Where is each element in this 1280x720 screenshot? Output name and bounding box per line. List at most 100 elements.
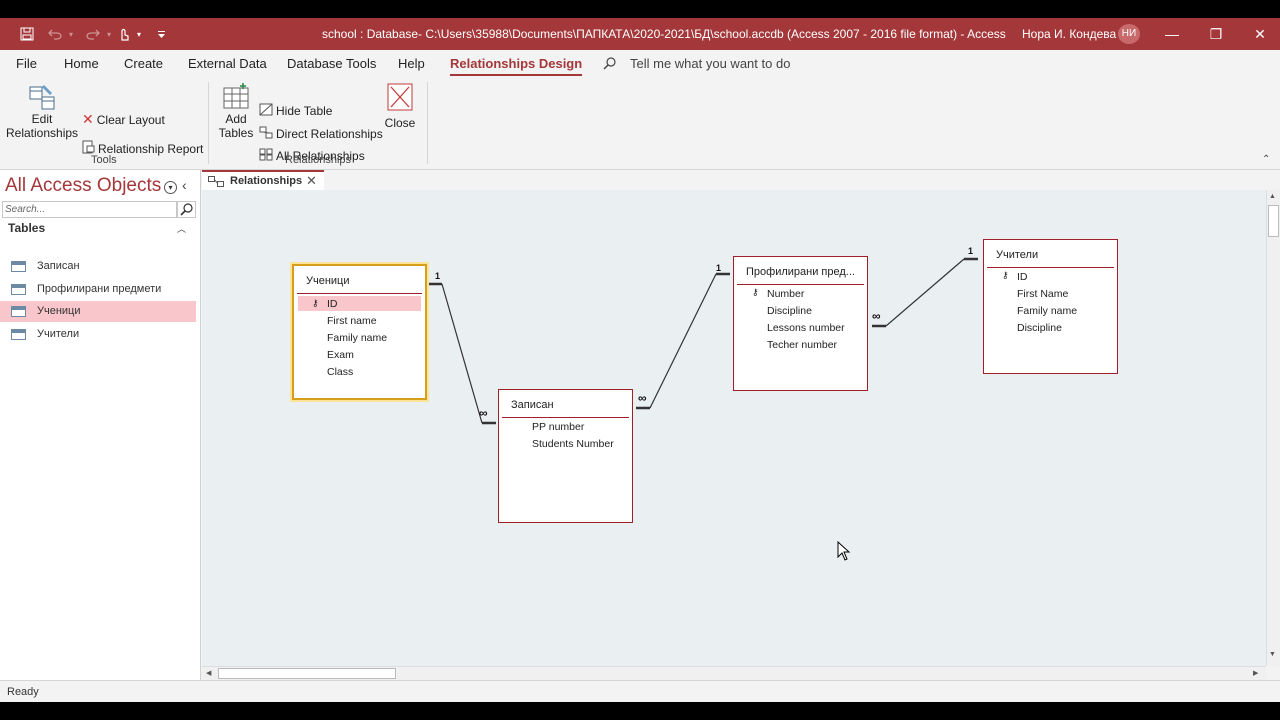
- nav-item-uchenici[interactable]: Ученици: [0, 301, 196, 322]
- tab-home[interactable]: Home: [64, 56, 99, 71]
- horizontal-scrollbar[interactable]: ◀ ▶: [202, 666, 1266, 680]
- table-field[interactable]: PP number: [532, 421, 584, 433]
- tab-create[interactable]: Create: [124, 56, 163, 71]
- table-title-divider: [502, 417, 629, 418]
- collapse-section-icon[interactable]: ︿: [177, 222, 186, 235]
- minimize-icon[interactable]: —: [1150, 18, 1194, 50]
- redo-dropdown-icon[interactable]: ▾: [104, 18, 114, 50]
- direct-relationships-button[interactable]: Direct Relationships: [259, 126, 383, 142]
- table-field[interactable]: ID: [1017, 271, 1028, 283]
- table-field[interactable]: ID: [327, 298, 338, 310]
- relationships-document-tab[interactable]: Relationships ✕: [202, 170, 324, 190]
- table-box-uchiteli[interactable]: Учители ⚷ ID First Name Family name Disc…: [983, 239, 1118, 374]
- scroll-right-icon[interactable]: ▶: [1253, 669, 1258, 677]
- table-field[interactable]: Exam: [327, 349, 354, 361]
- table-icon: [11, 261, 26, 272]
- user-name[interactable]: Нора И. Кондева: [1022, 27, 1116, 41]
- status-text: Ready: [7, 686, 39, 698]
- relationship-line: [885, 258, 965, 327]
- add-tables-label-1: Add: [225, 112, 247, 126]
- relationships-canvas[interactable]: 1 ∞ ∞ 1 ∞ 1 Ученици ⚷ ID First name Fami…: [202, 190, 1266, 666]
- rel-one-label: 1: [435, 271, 441, 281]
- rel-many-label: ∞: [479, 406, 488, 420]
- user-avatar[interactable]: НИ: [1118, 24, 1140, 44]
- direct-relationships-label: Direct Relationships: [276, 127, 383, 141]
- nav-item-profilirani[interactable]: Профилирани предмети: [0, 279, 196, 300]
- mouse-pointer-icon: [837, 540, 851, 566]
- relationships-group-label: Relationships: [285, 154, 352, 166]
- table-field[interactable]: Family name: [1017, 305, 1077, 317]
- table-field[interactable]: First name: [327, 315, 377, 327]
- table-box-zapisan[interactable]: Записан PP number Students Number: [498, 389, 633, 523]
- hide-table-label: Hide Table: [276, 104, 333, 118]
- vertical-scrollbar[interactable]: ▲ ▼: [1266, 190, 1280, 666]
- hide-table-button[interactable]: Hide Table: [259, 103, 332, 119]
- scroll-down-icon[interactable]: ▼: [1269, 651, 1276, 658]
- close-tab-icon[interactable]: ✕: [306, 173, 317, 189]
- undo-icon[interactable]: [44, 18, 66, 50]
- relationships-tab-icon: [208, 176, 224, 190]
- table-title: Записан: [511, 399, 554, 411]
- collapse-ribbon-icon[interactable]: ⌃: [1262, 154, 1270, 165]
- nav-menu-chevron-icon[interactable]: ▾: [164, 181, 177, 194]
- redo-icon[interactable]: [82, 18, 104, 50]
- rel-many-label: ∞: [638, 391, 647, 405]
- group-separator: [208, 82, 209, 164]
- close-window-icon[interactable]: ✕: [1238, 18, 1280, 50]
- relationship-line: [441, 283, 483, 424]
- table-box-uchenici[interactable]: Ученици ⚷ ID First name Family name Exam…: [292, 264, 427, 400]
- table-field[interactable]: Family name: [327, 332, 387, 344]
- tell-me-input[interactable]: Tell me what you want to do: [630, 56, 790, 71]
- edit-relationships-button[interactable]: Edit Relationships: [6, 82, 78, 140]
- add-tables-button[interactable]: Add Tables: [216, 82, 256, 140]
- rel-one-label: 1: [968, 246, 974, 256]
- scroll-left-icon[interactable]: ◀: [206, 669, 211, 677]
- close-relationships-button[interactable]: Close: [382, 82, 418, 130]
- nav-pane-title[interactable]: All Access Objects: [5, 175, 161, 197]
- restore-icon[interactable]: ❐: [1194, 18, 1238, 50]
- clear-layout-button[interactable]: ✕ Clear Layout: [82, 111, 165, 128]
- relationship-line: [649, 273, 717, 409]
- edit-relationships-label-1: Edit: [31, 112, 53, 126]
- table-field[interactable]: Lessons number: [767, 322, 845, 334]
- clear-layout-label: Clear Layout: [96, 112, 165, 127]
- nav-item-label: Профилирани предмети: [37, 283, 162, 295]
- tab-relationships-design[interactable]: Relationships Design: [450, 56, 583, 76]
- table-field[interactable]: Discipline: [767, 305, 812, 317]
- add-tables-label-2: Tables: [218, 126, 254, 140]
- search-icon[interactable]: [177, 201, 196, 218]
- nav-item-uchiteli[interactable]: Учители: [0, 324, 196, 345]
- table-field[interactable]: First Name: [1017, 288, 1068, 300]
- hide-table-icon: [259, 103, 273, 119]
- scroll-up-icon[interactable]: ▲: [1269, 193, 1276, 200]
- shutter-bar-icon[interactable]: ‹: [182, 177, 187, 193]
- horizontal-scroll-thumb[interactable]: [218, 668, 396, 679]
- primary-key-icon: ⚷: [312, 298, 319, 308]
- customize-qat-icon[interactable]: [154, 18, 168, 50]
- rel-one-label: 1: [716, 263, 722, 273]
- tables-section-header[interactable]: Tables: [8, 221, 45, 235]
- table-field[interactable]: Class: [327, 366, 353, 378]
- table-field[interactable]: Students Number: [532, 438, 614, 450]
- tab-external-data[interactable]: External Data: [188, 56, 267, 71]
- touch-dropdown-icon[interactable]: ▾: [134, 18, 144, 50]
- table-field[interactable]: Discipline: [1017, 322, 1062, 334]
- doc-tab-label: Relationships: [230, 175, 303, 187]
- undo-dropdown-icon[interactable]: ▾: [66, 18, 76, 50]
- table-field[interactable]: Techer number: [767, 339, 837, 351]
- tab-help[interactable]: Help: [398, 56, 425, 71]
- nav-item-label: Записан: [37, 260, 80, 272]
- save-icon[interactable]: [16, 18, 38, 50]
- tab-database-tools[interactable]: Database Tools: [287, 56, 376, 71]
- nav-item-zapisan[interactable]: Записан: [0, 256, 196, 277]
- touch-mode-icon[interactable]: [116, 18, 132, 50]
- nav-search-input[interactable]: Search...: [2, 201, 177, 218]
- table-box-profilirani[interactable]: Профилирани пред... ⚷ Number Discipline …: [733, 256, 868, 391]
- table-field[interactable]: Number: [767, 288, 804, 300]
- primary-key-icon: ⚷: [752, 287, 759, 297]
- table-title: Профилирани пред...: [746, 266, 855, 278]
- vertical-scroll-thumb[interactable]: [1268, 205, 1279, 237]
- rel-many-label: ∞: [872, 309, 881, 323]
- access-window: ▾ ▾ ▾ school : Database- C:\Users\35988\…: [0, 18, 1280, 702]
- tab-file[interactable]: File: [16, 56, 37, 71]
